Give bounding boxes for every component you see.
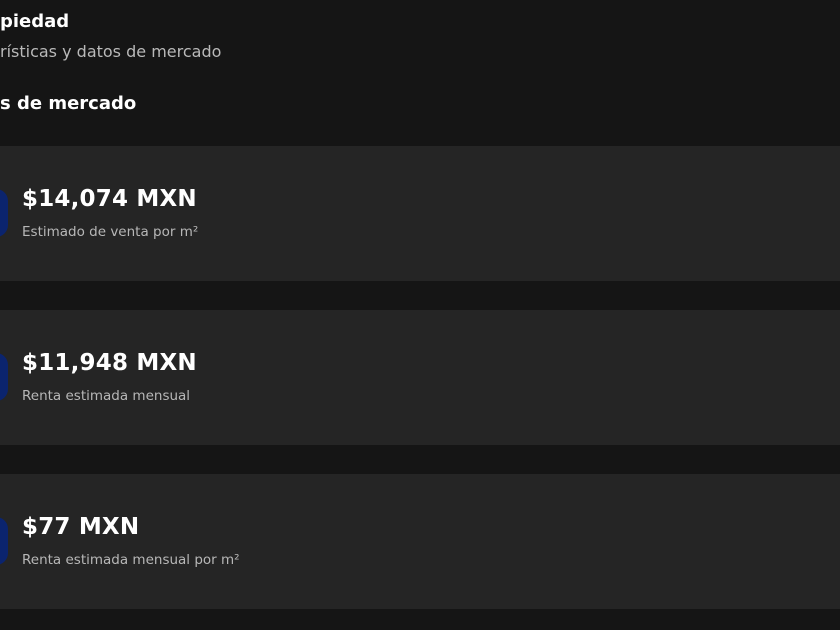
market-card-monthly-rent-per-m2: $77 MXN Renta estimada mensual por m² [0, 474, 840, 609]
card-label: Renta estimada mensual por m² [22, 552, 240, 568]
card-label: Estimado de venta por m² [22, 224, 199, 240]
market-data-heading: s de mercado [0, 93, 137, 114]
rent-per-m2-icon [0, 517, 8, 565]
property-subtitle: rísticas y datos de mercado [0, 42, 222, 61]
card-value: $77 MXN [22, 514, 140, 540]
market-icon [0, 189, 8, 237]
card-value: $11,948 MXN [22, 350, 197, 376]
rent-icon [0, 353, 8, 401]
card-label: Renta estimada mensual [22, 388, 191, 404]
market-card-monthly-rent: $11,948 MXN Renta estimada mensual [0, 310, 840, 445]
card-value: $14,074 MXN [22, 186, 197, 212]
market-card-sale-price-per-m2: $14,074 MXN Estimado de venta por m² [0, 146, 840, 281]
property-title: piedad [0, 11, 70, 32]
